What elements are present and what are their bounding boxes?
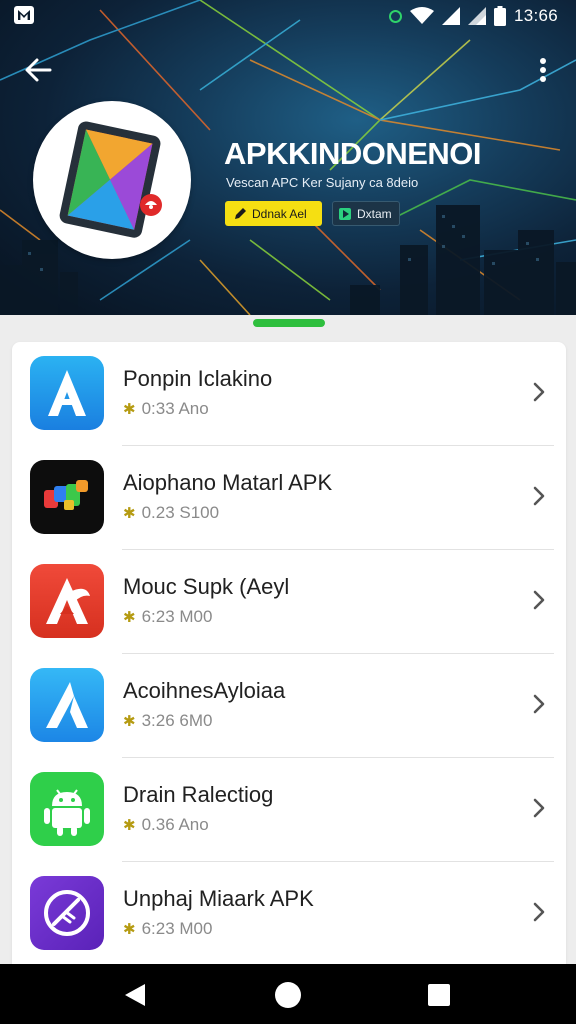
status-bar: 13:66 <box>0 0 576 32</box>
clock: 13:66 <box>513 6 558 25</box>
letter-a-blue-icon <box>30 356 104 430</box>
chevron-right-icon <box>533 694 545 714</box>
app-title: APKKINDONENOI <box>224 136 482 171</box>
star-icon: ✱ <box>123 920 136 938</box>
nav-back-icon[interactable] <box>124 983 146 1007</box>
app-title: Drain Ralectiog <box>123 782 274 807</box>
list-item[interactable]: Aiophano Matarl APK ✱ 0.23 S100 <box>12 446 566 550</box>
play-chip[interactable]: Dxtam <box>332 201 400 226</box>
app-meta: ✱ 3:26 6M0 <box>123 711 212 731</box>
list-item[interactable]: Unphaj Miaark APK ✱ 6:23 M00 <box>12 862 566 966</box>
list-item[interactable]: Drain Ralectiog ✱ 0.36 Ano <box>12 758 566 862</box>
system-nav-bar <box>0 964 576 1024</box>
pencil-icon <box>235 207 246 219</box>
star-icon: ✱ <box>123 400 136 418</box>
chevron-right-icon <box>533 486 545 506</box>
sheet-handle[interactable] <box>253 319 325 327</box>
chevron-right-icon <box>533 798 545 818</box>
chevron-right-icon <box>533 902 545 922</box>
signal-icon <box>467 7 486 25</box>
chevron-right-icon <box>533 382 545 402</box>
star-icon: ✱ <box>123 504 136 522</box>
signal-icon <box>441 7 460 25</box>
app-title: Ponpin Iclakino <box>123 366 273 391</box>
star-icon: ✱ <box>123 712 136 730</box>
colorful-blocks-icon <box>30 460 104 534</box>
play-icon <box>339 207 351 220</box>
list-item[interactable]: Ponpin Iclakino ✱ 0:33 Ano <box>12 342 566 446</box>
nav-home-icon[interactable] <box>275 982 301 1008</box>
apk-logo-icon <box>59 121 162 238</box>
arrow-left-icon <box>25 58 52 82</box>
battery-icon <box>493 6 506 26</box>
letter-a-red-icon <box>30 564 104 638</box>
app-meta: ✱ 0.36 Ano <box>123 815 209 835</box>
app-subtitle: Vescan APC Ker Sujany ca 8deio <box>226 175 419 190</box>
star-icon: ✱ <box>123 608 136 626</box>
app-meta: ✱ 0:33 Ano <box>123 399 209 419</box>
android-icon <box>30 772 104 846</box>
app-title: Aiophano Matarl APK <box>123 470 333 495</box>
app-meta-text: 6:23 M00 <box>141 919 213 938</box>
app-meta: ✱ 6:23 M00 <box>123 607 212 627</box>
app-title: Unphaj Miaark APK <box>123 886 314 911</box>
app-title: AcoihnesAyloiaa <box>123 678 286 703</box>
app-meta-text: 0.36 Ano <box>141 815 209 834</box>
list-item[interactable]: AcoihnesAyloiaa ✱ 3:26 6M0 <box>12 654 566 758</box>
nav-recents-icon[interactable] <box>428 984 450 1006</box>
overflow-menu-button[interactable] <box>530 54 556 86</box>
app-meta-text: 6:23 M00 <box>141 607 213 626</box>
list-item[interactable]: Mouc Supk (Aeyl ✱ 6:23 M00 <box>12 550 566 654</box>
app-logo <box>33 101 191 259</box>
wifi-icon <box>409 7 434 24</box>
more-vert-icon <box>540 58 546 82</box>
star-icon: ✱ <box>123 816 136 834</box>
app-meta-text: 0.23 S100 <box>141 503 220 522</box>
compass-purple-icon <box>30 876 104 950</box>
download-chip[interactable]: Ddnak Ael <box>225 201 322 226</box>
app-meta: ✱ 0.23 S100 <box>123 503 219 523</box>
download-chip-label: Ddnak Ael <box>252 206 307 221</box>
play-chip-label: Dxtam <box>357 206 392 221</box>
app-header: 13:66 APKKINDONENOI Vescan APC Ker Sujan… <box>0 0 576 315</box>
app-meta: ✱ 6:23 M00 <box>123 919 212 939</box>
status-icons: 13:66 <box>388 5 558 27</box>
sync-ring-icon <box>388 9 402 23</box>
back-button[interactable] <box>22 54 54 86</box>
app-meta-text: 3:26 6M0 <box>141 711 213 730</box>
app-notification-icon <box>14 6 34 24</box>
app-meta-text: 0:33 Ano <box>141 399 209 418</box>
chevron-right-icon <box>533 590 545 610</box>
app-list: Ponpin Iclakino ✱ 0:33 Ano Aiophano Mata… <box>12 342 566 982</box>
app-title: Mouc Supk (Aeyl <box>123 574 290 599</box>
letter-a-blue-light-icon <box>30 668 104 742</box>
